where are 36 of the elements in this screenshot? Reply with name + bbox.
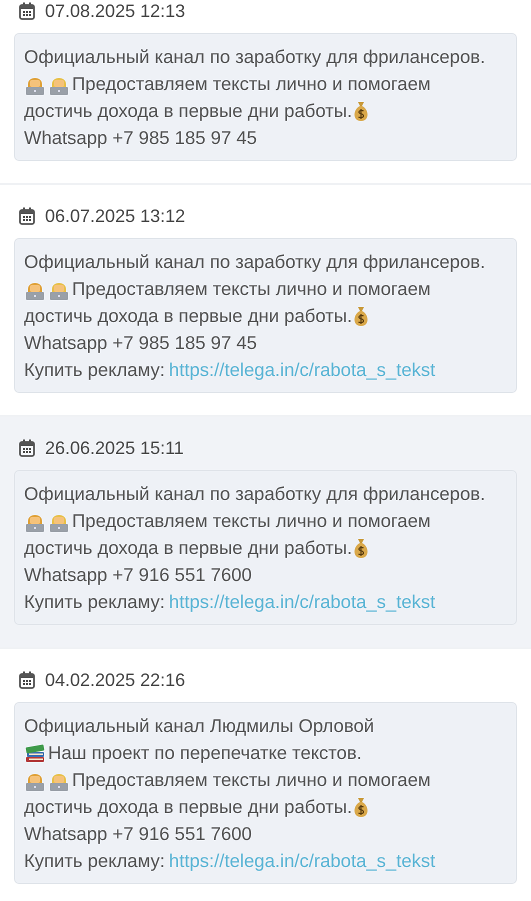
message-text: Предоставляем тексты лично и помогаем <box>72 72 431 96</box>
message-text: достичь дохода в первые дни работы. <box>24 99 352 123</box>
books-icon <box>24 742 46 764</box>
post-date: 07.08.2025 12:13 <box>45 0 186 23</box>
money-bag-icon <box>352 100 370 122</box>
calendar-icon <box>19 207 35 225</box>
ad-link[interactable]: https://telega.in/c/rabota_s_tekst <box>168 356 436 383</box>
ad-label: Купить рекламу: <box>24 590 165 614</box>
message-text: достичь дохода в первые дни работы. <box>24 304 352 328</box>
message-text: Whatsapp +7 916 551 7600 <box>24 563 252 587</box>
money-bag-icon <box>352 536 370 558</box>
ad-link[interactable]: https://telega.in/c/rabota_s_tekst <box>168 588 436 615</box>
post-date: 04.02.2025 22:16 <box>45 669 186 692</box>
message-text: достичь дохода в первые дни работы. <box>24 536 352 560</box>
post-date: 06.07.2025 13:12 <box>45 205 186 228</box>
ad-label: Купить рекламу: <box>24 849 165 873</box>
money-bag-icon <box>352 796 370 818</box>
message-text: Whatsapp +7 985 185 97 45 <box>24 126 257 150</box>
post-date: 26.06.2025 15:11 <box>45 437 184 460</box>
message-text: Предоставляем тексты лично и помогаем <box>72 509 431 533</box>
message-text: Whatsapp +7 985 185 97 45 <box>24 331 257 355</box>
message-text: достичь дохода в первые дни работы. <box>24 795 352 819</box>
calendar-icon <box>19 439 35 457</box>
money-bag-icon <box>352 304 370 326</box>
message-text: Наш проект по перепечатке текстов. <box>48 741 362 765</box>
message-text: Предоставляем тексты лично и помогаем <box>72 277 431 301</box>
message-text: Официальный канал по заработку для фрилансеров. <box>24 250 486 274</box>
calendar-icon <box>19 671 35 689</box>
message-text: Официальный канал Людмилы Орловой <box>24 714 374 738</box>
message-text: Официальный канал по заработку для фрилансеров. <box>24 45 486 69</box>
message-text: Whatsapp +7 916 551 7600 <box>24 822 252 846</box>
ad-link[interactable]: https://telega.in/c/rabota_s_tekst <box>168 847 436 874</box>
message-text: Предоставляем тексты лично и помогаем <box>72 768 431 792</box>
message-text: Официальный канал по заработку для фрилансеров. <box>24 482 486 506</box>
ad-label: Купить рекламу: <box>24 358 165 382</box>
calendar-icon <box>19 2 35 20</box>
